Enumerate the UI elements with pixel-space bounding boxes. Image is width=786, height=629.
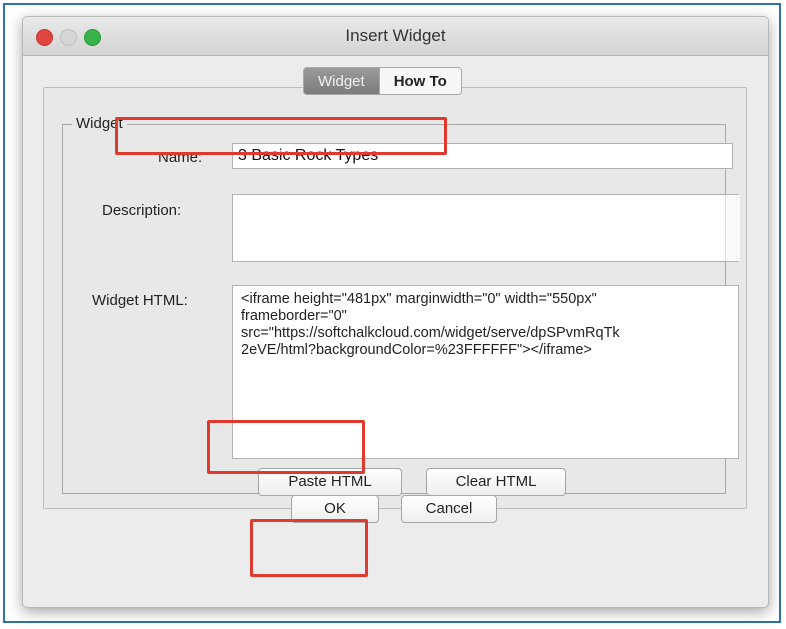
cancel-button[interactable]: Cancel — [401, 495, 497, 523]
title-bar: Insert Widget — [23, 17, 768, 56]
tab-how-to[interactable]: How To — [379, 67, 462, 95]
description-textarea[interactable] — [232, 194, 739, 262]
tab-bar: Widget How To — [303, 67, 462, 95]
ok-highlight-box — [250, 519, 368, 577]
dialog-title: Insert Widget — [345, 26, 446, 45]
description-scrollbar[interactable] — [725, 195, 740, 261]
insert-widget-dialog: Insert Widget Widget Name: Description: … — [22, 16, 769, 608]
description-label: Description: — [102, 202, 182, 219]
name-highlight-box — [115, 117, 447, 155]
paste-html-highlight-box — [207, 420, 365, 474]
clear-html-button[interactable]: Clear HTML — [426, 468, 566, 496]
tab-widget[interactable]: Widget — [303, 67, 380, 95]
widget-html-label: Widget HTML: — [92, 292, 188, 309]
